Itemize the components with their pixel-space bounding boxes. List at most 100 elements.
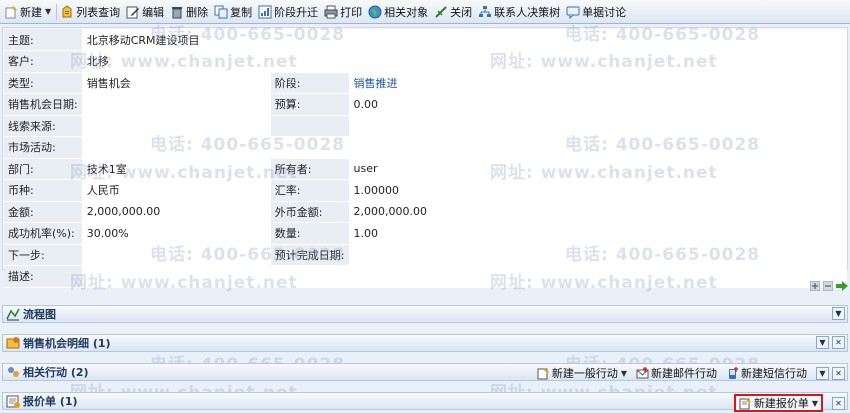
empty-cell	[535, 93, 848, 116]
collapse-button[interactable]: ▼	[816, 336, 829, 349]
quantity-label: 数量:	[270, 222, 350, 245]
budget-label: 预算:	[270, 93, 350, 116]
budget-value[interactable]: 0.00	[349, 93, 536, 116]
quantity-value[interactable]: 1.00	[349, 222, 536, 245]
foreign-amount-value[interactable]: 2,000,000.00	[349, 201, 536, 223]
currency-value[interactable]: 人民币	[82, 179, 271, 202]
lead-source-label: 线索来源:	[4, 115, 83, 137]
chevron-down-icon[interactable]: ▼	[45, 7, 51, 16]
customer-value[interactable]: 北移	[82, 50, 848, 73]
next-step-value[interactable]	[82, 244, 271, 266]
new-quote-label: 新建报价单	[753, 397, 809, 410]
exchange-rate-value[interactable]: 1.00000	[349, 179, 536, 202]
form-row: 成功机率(%): 30.00% 数量: 1.00	[4, 222, 848, 245]
currency-label: 币种:	[4, 179, 83, 202]
edit-icon	[126, 5, 140, 19]
campaign-value[interactable]	[82, 136, 848, 159]
actions-panel-title: 相关行动 (2)	[23, 366, 89, 379]
email-icon	[636, 366, 649, 380]
close-panel-button[interactable]: ✕	[832, 396, 845, 410]
minus-icon[interactable]	[822, 280, 834, 292]
new-quote-icon	[739, 397, 752, 410]
form-row: 销售机会日期: 预算: 0.00	[4, 93, 848, 116]
edit-button[interactable]: 编辑	[124, 2, 168, 22]
quotes-panel-header[interactable]: 报价单 (1) 新建报价单 ▼ ✕	[2, 392, 848, 412]
details-panel-header[interactable]: 销售机会明细 (1) ▼ ✕	[2, 334, 848, 352]
sms-icon	[726, 366, 739, 380]
delete-icon	[170, 5, 184, 19]
discuss-button[interactable]: 单据讨论	[564, 2, 630, 22]
next-step-label: 下一步:	[4, 244, 83, 266]
owner-value[interactable]: user	[349, 158, 536, 180]
stage-upgrade-button[interactable]: 阶段升迁	[256, 2, 322, 22]
close-button[interactable]: 关闭	[432, 2, 476, 22]
print-button[interactable]: 打印	[322, 2, 366, 22]
new-label: 新建	[20, 5, 42, 19]
date-label: 销售机会日期:	[4, 93, 83, 116]
amount-value[interactable]: 2,000,000.00	[82, 201, 271, 223]
stage-label: 阶段:	[270, 72, 350, 94]
new-sms-action-button[interactable]: 新建短信行动	[726, 365, 807, 381]
new-email-action-label: 新建邮件行动	[651, 367, 717, 380]
flow-panel-header[interactable]: 流程图 ▼	[2, 305, 848, 323]
panel-controls: 新建一般行动 ▼ 新建邮件行动 新建短信行动 ▼ ✕	[537, 365, 845, 381]
new-icon	[4, 5, 18, 19]
new-general-action-button[interactable]: 新建一般行动 ▼	[537, 365, 627, 381]
arrow-right-icon[interactable]	[836, 281, 848, 291]
lead-source-value[interactable]	[82, 115, 271, 137]
close-icon	[434, 5, 448, 19]
stage-upgrade-label: 阶段升迁	[274, 5, 319, 19]
decision-tree-button[interactable]: 联系人决策树	[476, 2, 564, 22]
new-general-action-label: 新建一般行动	[551, 367, 618, 380]
campaign-label: 市场活动:	[4, 136, 83, 159]
collapse-button[interactable]: ▼	[816, 366, 829, 380]
form-table: 主题: 北京移动CRM建设项目 客户: 北移 类型: 销售机会 阶段: 销售推进…	[4, 29, 848, 288]
delete-label: 删除	[186, 5, 209, 19]
chevron-down-icon[interactable]: ▼	[812, 399, 818, 408]
new-button[interactable]: 新建 ▼	[2, 2, 55, 22]
copy-button[interactable]: 复制	[212, 2, 256, 22]
form-row: 线索来源:	[4, 115, 848, 137]
chevron-down-icon[interactable]: ▼	[621, 369, 627, 378]
print-icon	[324, 5, 338, 19]
empty-cell	[349, 115, 536, 137]
quotes-panel-title: 报价单 (1)	[23, 395, 78, 408]
delete-button[interactable]: 删除	[168, 2, 212, 22]
probability-value[interactable]: 30.00%	[82, 222, 271, 245]
date-value[interactable]	[82, 93, 271, 116]
est-date-value[interactable]	[349, 244, 536, 266]
quote-icon	[6, 394, 20, 408]
discuss-label: 单据讨论	[582, 5, 627, 19]
list-query-label: 列表查询	[76, 5, 121, 19]
decision-tree-label: 联系人决策树	[494, 5, 561, 19]
copy-label: 复制	[230, 5, 253, 19]
collapse-button[interactable]: ▼	[832, 307, 845, 320]
type-value[interactable]: 销售机会	[82, 72, 271, 94]
form-row: 金额: 2,000,000.00 外币金额: 2,000,000.00	[4, 201, 848, 223]
actions-panel-header[interactable]: 相关行动 (2) 新建一般行动 ▼ 新建邮件行动 新建短信行动 ▼ ✕	[2, 363, 848, 381]
empty-cell	[535, 201, 848, 223]
close-panel-button[interactable]: ✕	[832, 366, 845, 380]
form-row: 描述:	[4, 265, 848, 288]
new-email-action-button[interactable]: 新建邮件行动	[636, 365, 717, 381]
department-value[interactable]: 技术1室	[82, 158, 271, 180]
new-quote-button[interactable]: 新建报价单 ▼	[733, 394, 823, 412]
empty-cell	[535, 222, 848, 245]
record-nav	[809, 280, 848, 292]
description-value[interactable]	[82, 265, 848, 288]
owner-label: 所有者:	[270, 158, 350, 180]
details-icon	[6, 336, 20, 350]
related-objects-button[interactable]: 相关对象	[366, 2, 432, 22]
close-panel-button[interactable]: ✕	[832, 336, 845, 349]
form-row: 类型: 销售机会 阶段: 销售推进	[4, 72, 848, 94]
plus-icon[interactable]	[809, 280, 821, 292]
est-date-label: 预计完成日期:	[270, 244, 350, 266]
panel-controls: ▼ ✕	[816, 336, 845, 349]
subject-value[interactable]: 北京移动CRM建设项目	[82, 29, 848, 51]
empty-cell	[535, 179, 848, 202]
form-row: 部门: 技术1室 所有者: user	[4, 158, 848, 180]
chat-icon	[566, 5, 580, 19]
stage-value[interactable]: 销售推进	[349, 72, 536, 94]
list-query-button[interactable]: 列表查询	[58, 2, 124, 22]
empty-cell	[535, 72, 848, 94]
